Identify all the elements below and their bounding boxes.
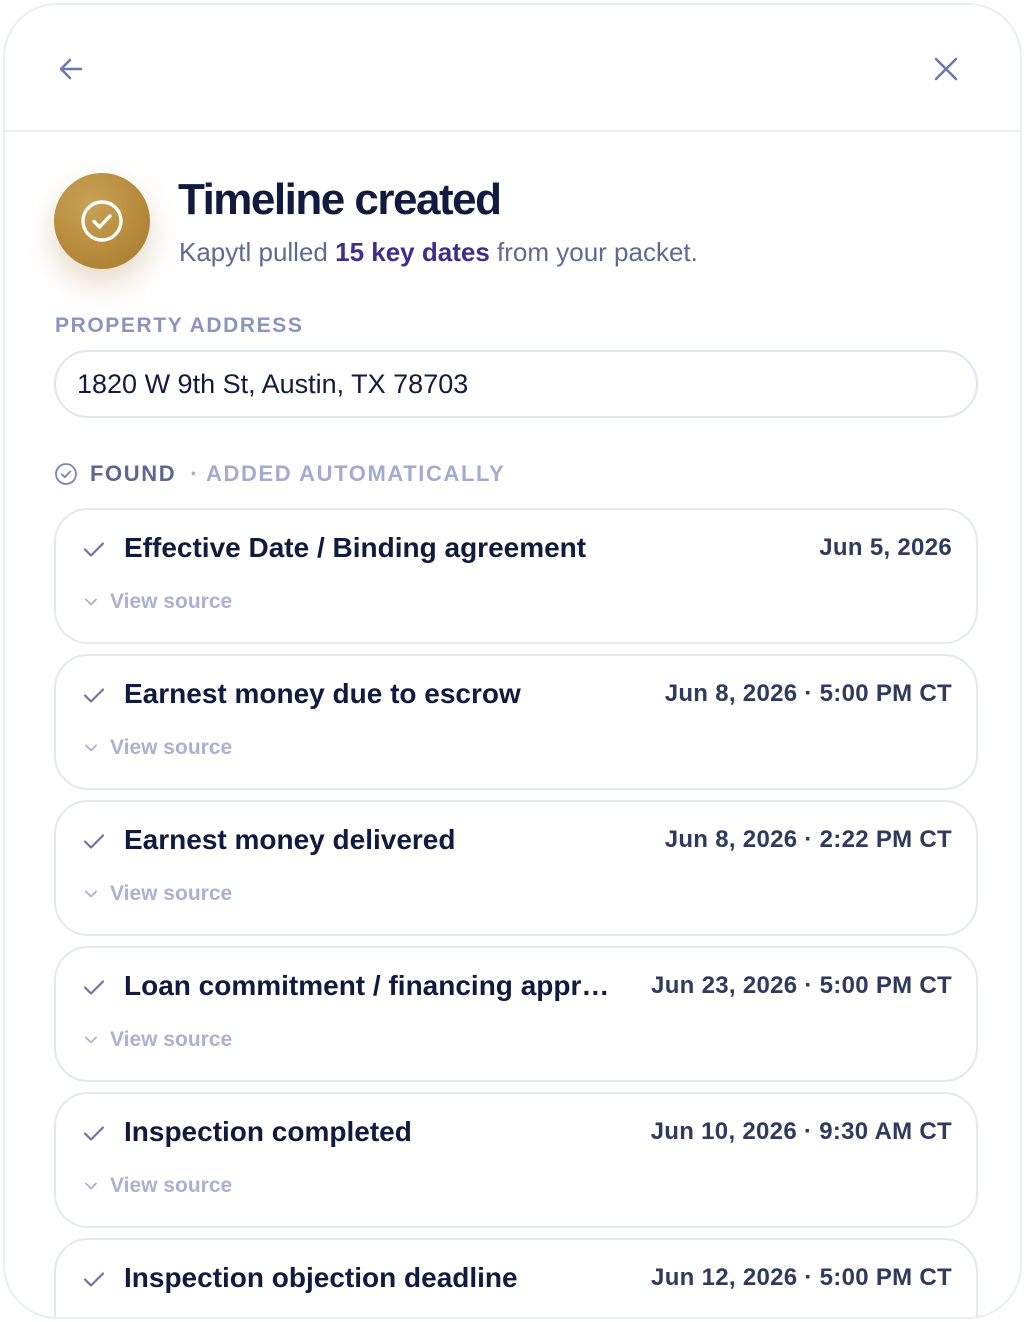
view-source-label: View source xyxy=(110,1174,233,1197)
found-section-header: FOUND · ADDED AUTOMATICALLY xyxy=(54,461,505,487)
date-value: Jun 8, 2026 · 2:22 PM CT xyxy=(664,826,952,853)
property-address-input[interactable] xyxy=(54,350,978,418)
arrow-left-icon xyxy=(59,58,83,80)
view-source-label: View source xyxy=(110,882,233,905)
back-button[interactable] xyxy=(49,47,93,91)
date-value: Jun 8, 2026 · 5:00 PM CT xyxy=(664,680,952,707)
view-source-toggle[interactable]: View source xyxy=(83,590,232,614)
check-icon xyxy=(83,688,105,703)
view-source-label: View source xyxy=(110,1028,233,1051)
property-address-label: PROPERTY ADDRESS xyxy=(55,314,304,337)
chevron-down-icon xyxy=(85,1182,97,1190)
success-badge xyxy=(54,173,150,269)
check-icon xyxy=(83,1126,105,1141)
check-circle-icon xyxy=(55,463,77,485)
date-card[interactable]: Earnest money due to escrow Jun 8, 2026 ·… xyxy=(54,654,978,790)
page-subtitle: Kapytl pulled 15 key dates from your pac… xyxy=(179,237,698,268)
chevron-down-icon xyxy=(85,744,97,752)
view-source-toggle[interactable]: View source xyxy=(83,1174,232,1198)
view-source-label: View source xyxy=(110,590,233,613)
check-icon xyxy=(83,1272,105,1287)
chevron-down-icon xyxy=(85,1036,97,1044)
added-automatically-label: · ADDED AUTOMATICALLY xyxy=(190,461,506,486)
subtitle-prefix: Kapytl pulled xyxy=(179,237,336,267)
date-card[interactable]: Earnest money delivered Jun 8, 2026 · 2:2… xyxy=(54,800,978,936)
date-label: Loan commitment / financing approval xyxy=(124,970,619,1001)
date-value: Jun 23, 2026 · 5:00 PM CT xyxy=(651,972,952,999)
date-card[interactable]: Loan commitment / financing approval Jun … xyxy=(54,946,978,1082)
date-label: Inspection completed xyxy=(124,1116,412,1147)
timeline-panel: Timeline created Kapytl pulled 15 key da… xyxy=(3,3,1022,1319)
view-source-toggle[interactable]: View source xyxy=(83,1028,232,1052)
date-value: Jun 5, 2026 xyxy=(819,534,952,561)
date-card[interactable]: Inspection completed Jun 10, 2026 · 9:30 … xyxy=(54,1092,978,1228)
close-button[interactable] xyxy=(924,47,968,91)
page-title: Timeline created xyxy=(178,175,502,224)
chevron-down-icon xyxy=(85,598,97,606)
check-icon xyxy=(83,542,105,557)
view-source-toggle[interactable]: View source xyxy=(83,882,232,906)
view-source-toggle[interactable]: View source xyxy=(83,736,232,760)
key-dates-count: 15 key dates xyxy=(335,237,490,267)
view-source-label: View source xyxy=(110,736,233,759)
found-label: FOUND xyxy=(90,461,177,486)
close-icon xyxy=(934,57,958,81)
date-label: Earnest money due to escrow xyxy=(124,678,521,709)
check-icon xyxy=(83,980,105,995)
date-label: Effective Date / Binding agreement xyxy=(124,532,587,563)
key-dates-list: Effective Date / Binding agreement Jun 5,… xyxy=(54,508,978,1317)
date-card[interactable]: Inspection objection deadline Jun 12, 202… xyxy=(54,1238,978,1317)
date-label: Inspection objection deadline xyxy=(124,1262,518,1293)
subtitle-suffix: from your packet. xyxy=(489,237,698,267)
top-bar xyxy=(5,5,1020,132)
check-icon xyxy=(83,834,105,849)
check-circle-icon xyxy=(81,200,123,242)
date-value: Jun 12, 2026 · 5:00 PM CT xyxy=(651,1264,952,1291)
date-value: Jun 10, 2026 · 9:30 AM CT xyxy=(650,1118,952,1145)
date-label: Earnest money delivered xyxy=(124,824,456,855)
chevron-down-icon xyxy=(85,890,97,898)
date-card[interactable]: Effective Date / Binding agreement Jun 5,… xyxy=(54,508,978,644)
